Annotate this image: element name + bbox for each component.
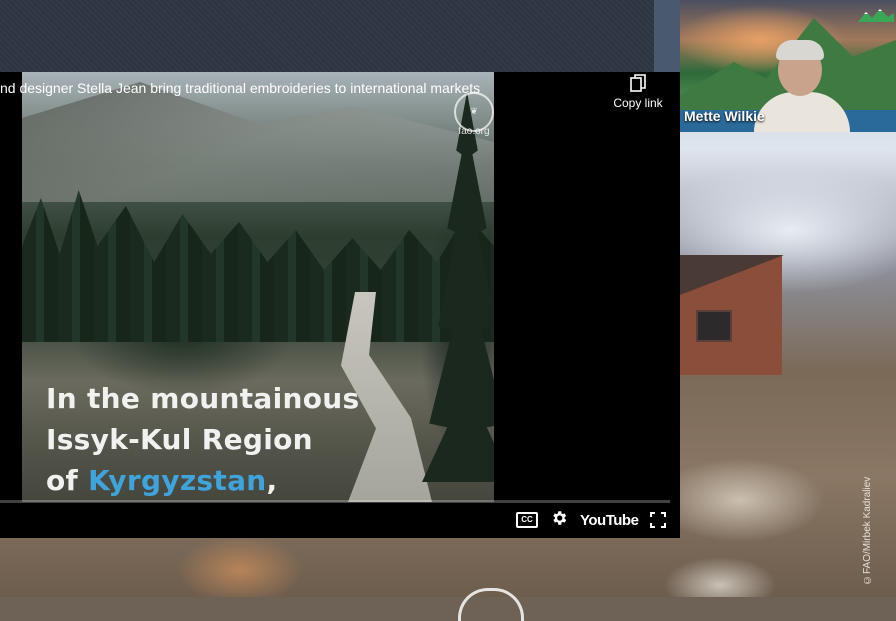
copy-icon [630, 74, 646, 92]
copy-link-button[interactable]: Copy link [608, 74, 668, 110]
lodge-roof [680, 255, 784, 295]
settings-gear-icon[interactable] [550, 509, 568, 532]
forest [22, 190, 494, 342]
video-title[interactable]: nd designer Stella Jean bring traditiona… [0, 80, 600, 100]
caption-line-3: of Kyrgyzstan, [46, 460, 446, 501]
lodge-window [696, 310, 732, 342]
photo-credit: ©FAO/Mirbek Kadraliev [862, 476, 873, 585]
top-right-strip [654, 0, 680, 72]
caption-line-2: Issyk-Kul Region [46, 423, 313, 456]
participant-hair [776, 40, 824, 60]
caption-prefix: of [46, 464, 89, 497]
caption-suffix: , [266, 464, 278, 497]
fullscreen-icon[interactable] [650, 512, 667, 528]
video-frame[interactable]: ❦ fao.org In the mountainous Issyk-Kul R… [22, 72, 494, 502]
youtube-player[interactable]: ❦ fao.org In the mountainous Issyk-Kul R… [0, 72, 680, 538]
caption-highlight: Kyrgyzstan [88, 464, 267, 497]
copy-link-label: Copy link [613, 96, 663, 110]
fao-watermark: fao.org [458, 126, 490, 137]
video-caption: In the mountainous Issyk-Kul Region of K… [46, 378, 446, 501]
caption-line-1: In the mountainous [46, 382, 360, 415]
top-toolbar-strip [0, 0, 654, 73]
mountain-logo-icon [858, 9, 894, 22]
cc-icon[interactable]: CC [516, 512, 538, 528]
participant-name: Mette Wilkie [684, 108, 765, 124]
youtube-logo[interactable]: YouTube [580, 512, 639, 529]
player-controls: CC YouTube [516, 509, 676, 531]
progress-bar[interactable] [0, 500, 670, 503]
mountain-ridge [22, 82, 494, 202]
